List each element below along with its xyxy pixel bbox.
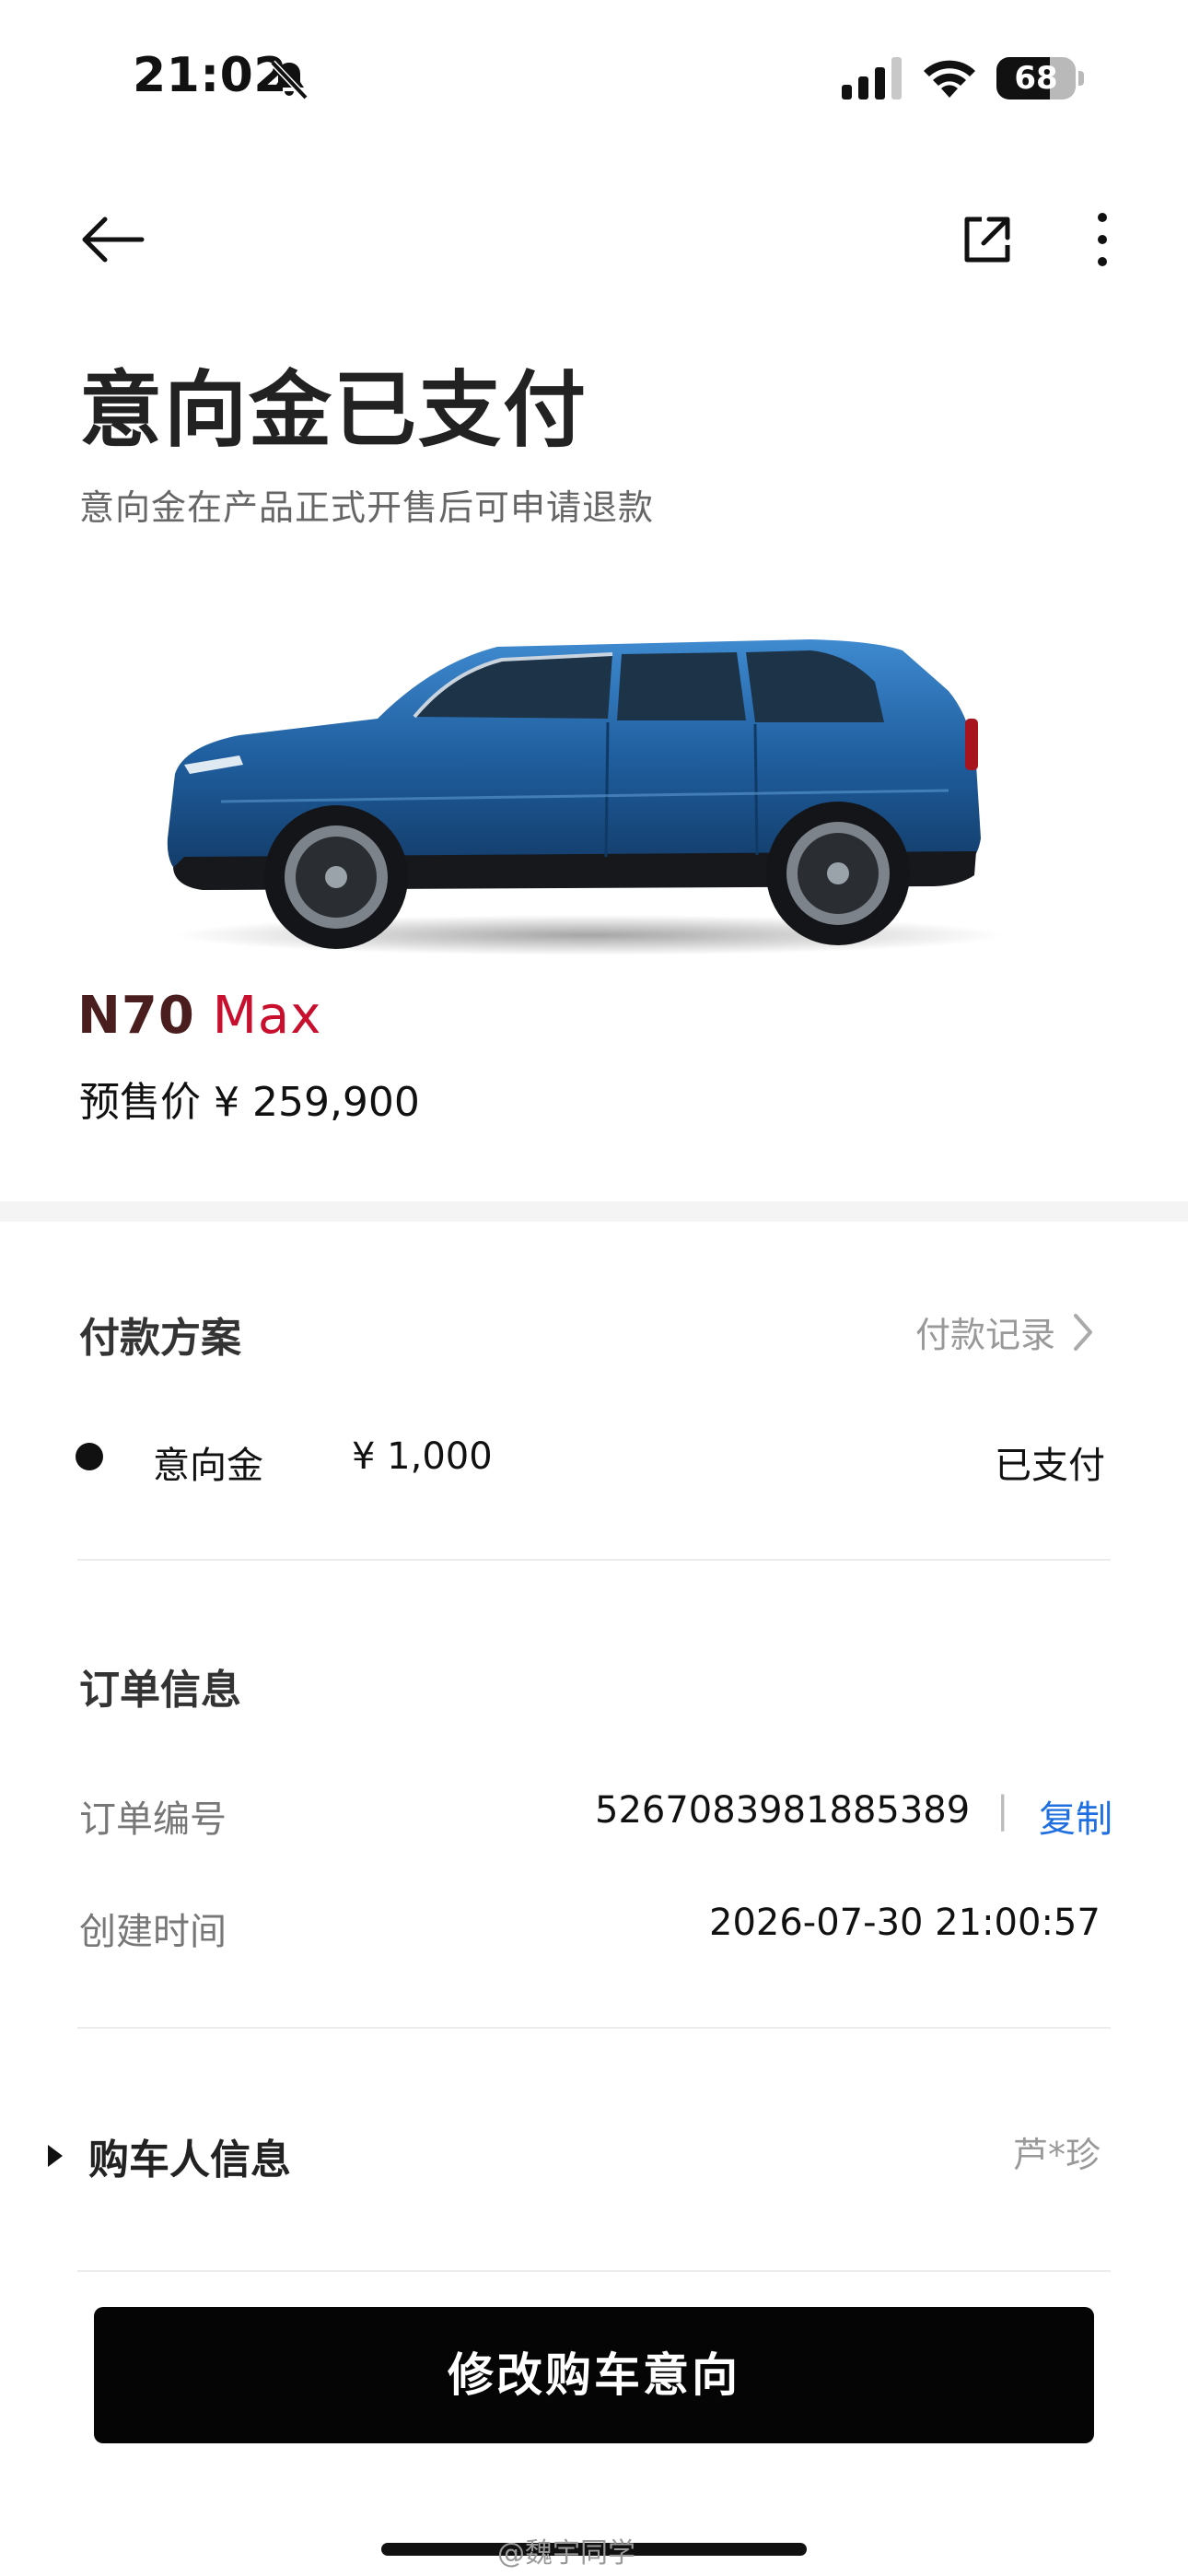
payment-records-link[interactable]: 付款记录 — [915, 1306, 1096, 1357]
section-divider — [0, 1201, 1188, 1222]
model-name: N70 Max — [77, 986, 321, 1046]
payment-item-amount: ¥ 1,000 — [352, 1435, 493, 1478]
buyer-info-title: 购车人信息 — [88, 2137, 291, 2184]
order-info-title: 订单信息 — [79, 1667, 241, 1714]
divider — [77, 2270, 1111, 2272]
presale-price: 预售价 ¥ 259,900 — [79, 1079, 420, 1126]
buyer-info-toggle[interactable]: 购车人信息 — [44, 2119, 560, 2193]
copy-separator: | — [996, 1789, 1009, 1832]
cellular-signal-icon — [842, 57, 902, 100]
payment-bullet — [76, 1443, 103, 1470]
back-arrow-icon[interactable] — [77, 214, 147, 265]
page-subtitle: 意向金在产品正式开售后可申请退款 — [79, 487, 655, 528]
share-icon[interactable] — [958, 210, 1017, 269]
model-prefix: N70 — [77, 986, 195, 1046]
payment-plan-title: 付款方案 — [79, 1315, 241, 1362]
created-time-value: 2026-07-30 21:00:57 — [709, 1902, 1101, 1944]
divider — [77, 1559, 1111, 1561]
created-time-label: 创建时间 — [79, 1911, 227, 1953]
buyer-name: 芦*珍 — [1013, 2135, 1101, 2175]
chevron-right-icon — [1074, 1313, 1093, 1351]
battery-level: 68 — [1014, 60, 1058, 97]
car-image — [167, 639, 1004, 955]
payment-item-status: 已支付 — [995, 1445, 1105, 1487]
order-number-value: 5267083981885389 — [595, 1789, 971, 1832]
copy-button[interactable]: 复制 — [1039, 1789, 1112, 1843]
wifi-icon — [924, 60, 975, 98]
page-title: 意向金已支付 — [79, 362, 588, 459]
order-number-label: 订单编号 — [79, 1798, 227, 1841]
payment-item-name: 意向金 — [153, 1445, 263, 1487]
watermark: @魏宇同学 — [497, 2537, 635, 2570]
battery-indicator: 68 — [996, 57, 1085, 100]
divider — [77, 2027, 1111, 2029]
payment-records-label: 付款记录 — [915, 1315, 1056, 1355]
bell-muted-icon — [270, 60, 309, 100]
status-time: 21:02 — [133, 48, 288, 103]
modify-purchase-intent-button[interactable]: 修改购车意向 — [94, 2307, 1094, 2443]
expand-triangle-icon — [48, 2145, 63, 2167]
model-suffix: Max — [194, 986, 322, 1046]
more-options-icon[interactable] — [1089, 210, 1116, 269]
